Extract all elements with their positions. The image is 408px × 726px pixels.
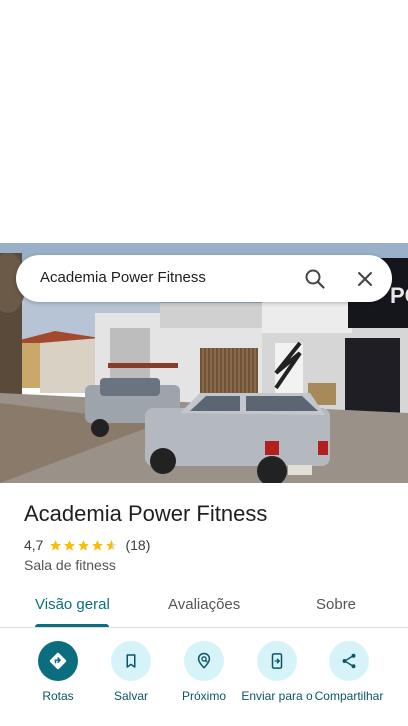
share-icon	[329, 641, 369, 681]
place-title: Academia Power Fitness	[24, 501, 268, 526]
tab-bar: Visão geral Avaliações Sobre	[0, 588, 408, 628]
nearby-icon	[184, 641, 224, 681]
review-count: (18)	[125, 537, 151, 553]
nearby-label: Próximo	[181, 689, 226, 703]
share-label: Compartilhar	[314, 689, 384, 703]
search-input[interactable]: Academia Power Fitness	[40, 269, 206, 286]
star-icon	[50, 539, 62, 551]
search-bar[interactable]: Academia Power Fitness	[16, 255, 392, 302]
save-label: Salvar	[113, 689, 148, 703]
send-to-phone-icon	[257, 641, 297, 681]
action-bar: Rotas Salvar Próximo Enviar para o Compa…	[0, 629, 408, 726]
send-to-phone-button[interactable]: Enviar para o	[240, 641, 314, 702]
sign-text: POWE	[390, 283, 408, 308]
rating-value: 4,7	[24, 537, 44, 553]
save-button[interactable]: Salvar	[94, 641, 168, 702]
search-icon[interactable]	[303, 267, 327, 291]
star-icon	[78, 539, 90, 551]
close-icon[interactable]	[353, 267, 377, 291]
place-category[interactable]: Sala de fitness	[24, 557, 116, 573]
share-button[interactable]: Compartilhar	[312, 641, 386, 702]
send-to-phone-label: Enviar para o	[241, 689, 313, 703]
tab-overview[interactable]: Visão geral	[35, 596, 110, 613]
directions-label: Rotas	[42, 689, 74, 703]
bookmark-icon	[111, 641, 151, 681]
tab-reviews[interactable]: Avaliações	[168, 596, 240, 613]
active-tab-indicator	[35, 624, 109, 627]
directions-icon	[38, 641, 78, 681]
nearby-button[interactable]: Próximo	[167, 641, 241, 702]
place-info: Academia Power Fitness 4,7 (18) Sala de …	[0, 483, 408, 588]
rating-row[interactable]: 4,7 (18)	[24, 536, 150, 554]
blank-map-area	[0, 0, 408, 243]
star-icon	[92, 539, 104, 551]
star-rating	[49, 539, 119, 552]
star-icon	[64, 539, 76, 551]
directions-button[interactable]: Rotas	[21, 641, 95, 702]
star-half-icon	[106, 539, 118, 551]
tab-about[interactable]: Sobre	[316, 596, 356, 613]
